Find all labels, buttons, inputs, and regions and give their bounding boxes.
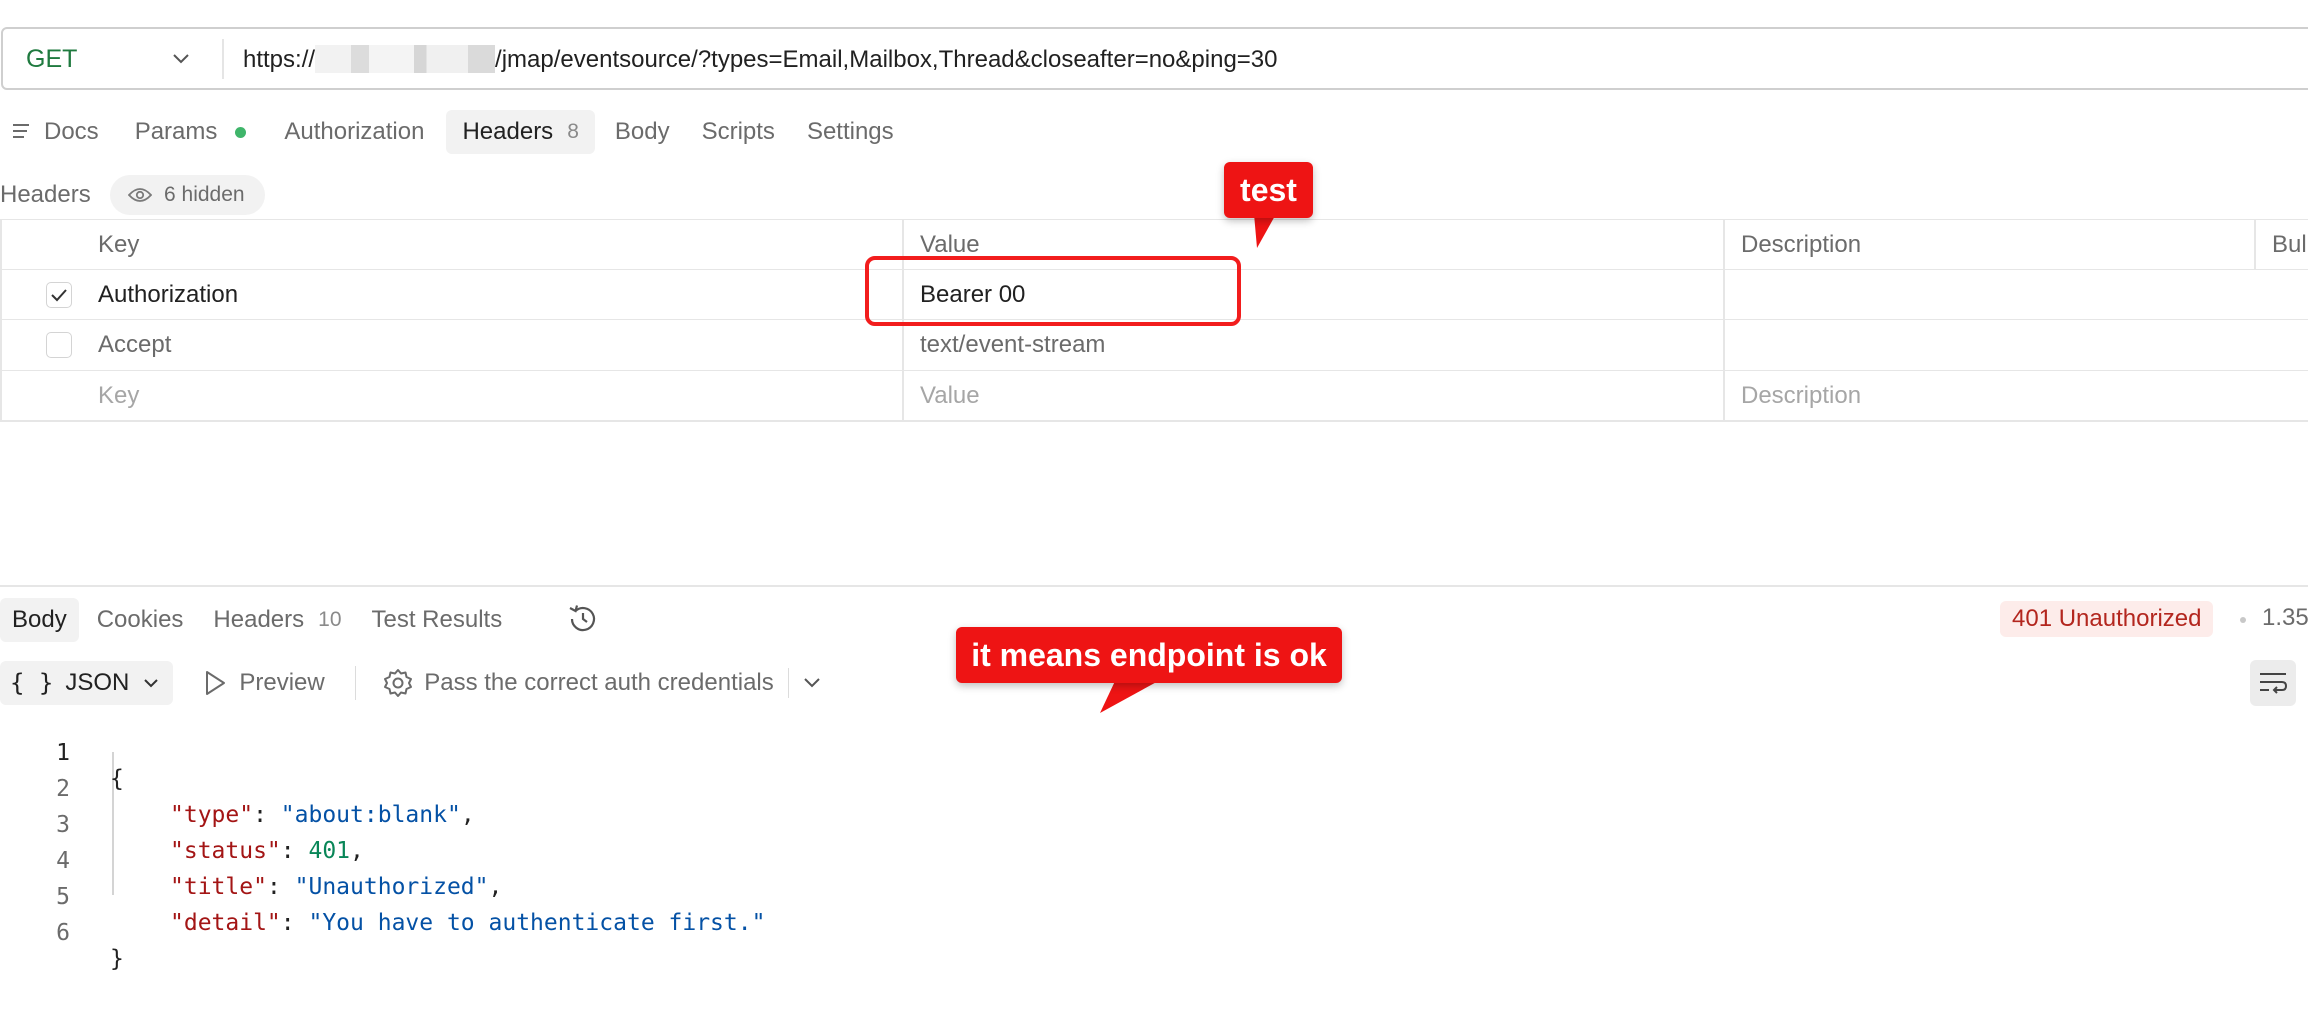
response-time[interactable]: 1.35	[2262, 604, 2308, 632]
tab-headers[interactable]: Headers 8	[446, 110, 595, 154]
annotation-highlight-box	[865, 256, 1241, 326]
annotation-test: test	[1224, 162, 1313, 218]
preview-label: Preview	[239, 669, 325, 696]
tab-cookies[interactable]: Cookies	[85, 598, 196, 642]
redacted-host	[315, 45, 496, 73]
url-path: /jmap/eventsource/?types=Email,Mailbox,T…	[495, 46, 1278, 73]
hidden-headers-label: 6 hidden	[164, 183, 245, 206]
tab-params[interactable]: Params	[115, 110, 263, 154]
line-number: 6	[56, 920, 70, 946]
tab-cookies-label: Cookies	[96, 606, 184, 633]
callout-pointer	[1100, 679, 1162, 713]
chevron-down-icon[interactable]	[803, 677, 821, 689]
header-description[interactable]	[1741, 320, 2241, 370]
format-select[interactable]: { } JSON	[0, 661, 174, 705]
tab-authorization[interactable]: Authorization	[262, 110, 440, 154]
callout-pointer	[1254, 214, 1276, 248]
code-line: 4 "title": "Unauthorized",	[0, 822, 900, 900]
tab-response-headers-count: 10	[318, 608, 342, 631]
new-value-input[interactable]: Value	[920, 371, 980, 421]
response-divider	[0, 585, 2308, 587]
braces-icon: { }	[10, 669, 54, 697]
tab-response-body[interactable]: Body	[0, 598, 79, 642]
tab-scripts-label: Scripts	[701, 118, 775, 145]
docs-lines-icon	[13, 124, 29, 138]
chevron-down-icon[interactable]	[171, 53, 191, 65]
tab-response-headers[interactable]: Headers 10	[201, 598, 353, 642]
column-key: Key	[98, 231, 140, 258]
table-row-new: Key Value Description	[0, 370, 2308, 420]
url-prefix: https://	[243, 46, 316, 73]
chevron-down-icon	[144, 679, 159, 688]
checkmark-icon	[51, 289, 67, 302]
params-indicator-dot	[235, 126, 247, 138]
history-icon[interactable]	[566, 602, 600, 636]
format-label: JSON	[65, 669, 130, 696]
status-separator	[2240, 617, 2246, 623]
tab-docs-label: Docs	[44, 118, 99, 145]
code-line: 6 }	[0, 894, 900, 972]
wrap-text-icon	[2260, 673, 2288, 694]
response-tabs: Body Cookies Headers 10 Test Results	[0, 598, 520, 642]
tab-headers-label: Headers	[462, 118, 554, 145]
new-key-input[interactable]: Key	[98, 371, 139, 421]
tab-test-results-label: Test Results	[371, 606, 503, 633]
url-divider	[222, 39, 224, 79]
table-border-bottom	[0, 420, 2308, 422]
headers-section-title: Headers	[0, 181, 91, 208]
tab-body[interactable]: Body	[595, 110, 686, 154]
url-input[interactable]: https:// /jmap/eventsource/?types=Email,M…	[243, 45, 1278, 74]
header-key[interactable]: Accept	[98, 320, 171, 370]
tab-test-results[interactable]: Test Results	[360, 598, 515, 642]
annotation-endpoint-ok: it means endpoint is ok	[956, 627, 1342, 683]
tab-authorization-label: Authorization	[284, 118, 425, 145]
response-toolbar: { } JSON Preview Pass the correct auth c…	[0, 661, 821, 705]
tab-response-headers-label: Headers	[213, 606, 305, 633]
header-value[interactable]: text/event-stream	[920, 320, 1105, 370]
header-description[interactable]	[1741, 270, 2241, 320]
wrap-lines-button[interactable]	[2250, 660, 2296, 706]
table-row: Accept text/event-stream	[0, 319, 2308, 369]
code-line: 2 "type": "about:blank",	[0, 750, 900, 828]
auth-hint-label: Pass the correct auth credentials	[424, 669, 774, 696]
status-badge[interactable]: 401 Unauthorized	[2000, 601, 2214, 637]
header-enable-checkbox[interactable]	[46, 332, 72, 358]
code-line: 3 "status": 401,	[0, 786, 900, 864]
url-bar: GET https:// /jmap/eventsource/?types=Ema…	[1, 27, 2308, 90]
request-tabs: Docs Params Authorization Headers 8 Body…	[0, 110, 910, 154]
preview-button[interactable]: Preview	[203, 669, 325, 697]
hidden-headers-toggle[interactable]: 6 hidden	[110, 175, 265, 215]
code-line: 5 "detail": "You have to authenticate fi…	[0, 858, 900, 936]
column-description: Description	[1741, 231, 1862, 258]
toolbar-divider	[354, 666, 357, 700]
tab-docs[interactable]: Docs	[0, 110, 115, 154]
code-close-brace: }	[110, 946, 124, 972]
header-enable-checkbox[interactable]	[46, 282, 72, 308]
tab-response-body-label: Body	[12, 606, 67, 633]
bulk-edit-link[interactable]: Bul	[2272, 220, 2307, 270]
header-key[interactable]: Authorization	[98, 270, 238, 320]
tab-body-label: Body	[614, 118, 670, 145]
method-select[interactable]: GET	[26, 45, 77, 74]
tab-params-label: Params	[134, 118, 218, 145]
auth-hint[interactable]: Pass the correct auth credentials	[382, 667, 774, 699]
new-description-input[interactable]: Description	[1741, 371, 1861, 421]
tab-headers-count: 8	[567, 120, 579, 143]
eye-icon	[128, 188, 152, 202]
tab-scripts[interactable]: Scripts	[686, 110, 791, 154]
code-line: 1 {	[0, 714, 900, 792]
gear-icon	[384, 669, 413, 697]
tab-settings[interactable]: Settings	[791, 110, 910, 154]
tab-settings-label: Settings	[806, 118, 894, 145]
play-icon	[206, 671, 226, 695]
toolbar-divider	[787, 668, 790, 698]
